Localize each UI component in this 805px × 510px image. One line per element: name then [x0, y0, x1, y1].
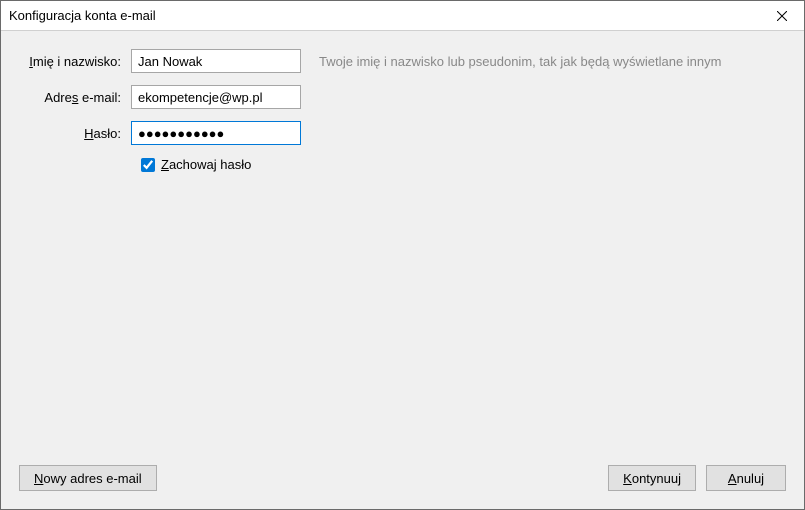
dialog-window: Konfiguracja konta e-mail Imię i nazwisk… [0, 0, 805, 510]
password-input[interactable] [131, 121, 301, 145]
close-button[interactable] [759, 1, 804, 30]
continue-button[interactable]: Kontynuuj [608, 465, 696, 491]
cancel-button[interactable]: Anuluj [706, 465, 786, 491]
remember-label[interactable]: Zachowaj hasło [161, 157, 251, 172]
name-label: Imię i nazwisko: [21, 54, 131, 69]
titlebar: Konfiguracja konta e-mail [1, 1, 804, 31]
password-label: Hasło: [21, 126, 131, 141]
name-row: Imię i nazwisko: Twoje imię i nazwisko l… [21, 49, 784, 73]
window-title: Konfiguracja konta e-mail [9, 8, 759, 23]
password-row: Hasło: [21, 121, 784, 145]
remember-row: Zachowaj hasło [141, 157, 784, 172]
name-hint: Twoje imię i nazwisko lub pseudonim, tak… [319, 54, 721, 69]
email-label: Adres e-mail: [21, 90, 131, 105]
close-icon [777, 11, 787, 21]
remember-checkbox[interactable] [141, 158, 155, 172]
new-email-button[interactable]: Nowy adres e-mail [19, 465, 157, 491]
email-input[interactable] [131, 85, 301, 109]
email-row: Adres e-mail: [21, 85, 784, 109]
footer: Nowy adres e-mail Kontynuuj Anuluj [1, 459, 804, 509]
content-area: Imię i nazwisko: Twoje imię i nazwisko l… [1, 31, 804, 459]
name-input[interactable] [131, 49, 301, 73]
